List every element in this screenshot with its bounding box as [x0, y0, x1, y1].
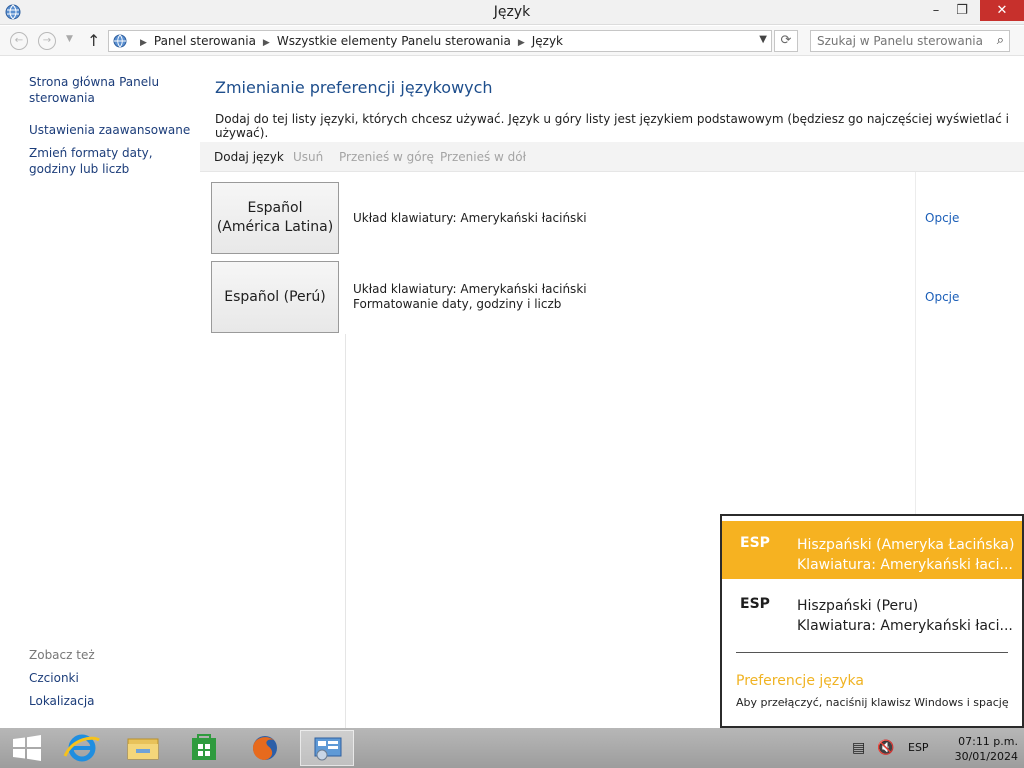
- move-up-button[interactable]: Przenieś w górę: [339, 150, 434, 164]
- breadcrumb-item[interactable]: Panel sterowania: [154, 34, 256, 48]
- control-panel-icon: [113, 34, 127, 48]
- language-details: Układ klawiatury: Amerykański łaciński: [353, 211, 587, 226]
- keyboard-layout-text: Układ klawiatury: Amerykański łaciński: [353, 211, 587, 225]
- clock-date: 30/01/2024: [954, 750, 1018, 763]
- language-name: Hiszpański (Ameryka Łacińska): [797, 537, 1015, 553]
- window-title: Język: [493, 4, 531, 20]
- language-code: ESP: [740, 596, 770, 612]
- language-details: Układ klawiatury: Amerykański łaciński F…: [353, 282, 587, 312]
- divider: [915, 172, 916, 516]
- language-name: Español (Perú): [224, 288, 326, 305]
- language-toolbar: Dodaj język Usuń Przenieś w górę Przenie…: [200, 142, 1024, 172]
- breadcrumb-item[interactable]: Język: [532, 34, 563, 48]
- sidebar-link-fonts[interactable]: Czcionki: [29, 670, 194, 686]
- move-down-button[interactable]: Przenieś w dół: [440, 150, 526, 164]
- taskbar: ▤ 🔇 ESP 07:11 p.m. 30/01/2024: [0, 728, 1024, 768]
- options-link[interactable]: Opcje: [925, 211, 959, 225]
- breadcrumb-separator-icon[interactable]: ▶: [518, 38, 525, 48]
- refresh-button[interactable]: ⟳: [774, 30, 798, 52]
- up-button[interactable]: ↑: [87, 31, 100, 50]
- breadcrumb-separator-icon: ▶: [140, 38, 147, 48]
- language-tile[interactable]: Español (América Latina): [211, 182, 339, 254]
- keyboard-name: Klawiatura: Amerykański łaci...: [797, 557, 1013, 573]
- search-input[interactable]: [817, 33, 987, 49]
- switch-hint: Aby przełączyć, naciśnij klawisz Windows…: [736, 696, 1009, 709]
- address-bar[interactable]: ▶ Panel sterowania ▶ Wszystkie elementy Pan…: [108, 30, 772, 52]
- options-link[interactable]: Opcje: [925, 290, 959, 304]
- flyout-language-item[interactable]: ESP Hiszpański (Ameryka Łacińska) Klawia…: [722, 521, 1022, 579]
- clock[interactable]: 07:11 p.m. 30/01/2024: [938, 734, 1018, 764]
- keyboard-name: Klawiatura: Amerykański łaci...: [797, 618, 1013, 634]
- close-button[interactable]: ✕: [980, 0, 1024, 21]
- language-preferences-link[interactable]: Preferencje języka: [736, 673, 864, 689]
- keyboard-layout-text: Układ klawiatury: Amerykański łaciński: [353, 282, 587, 296]
- page-description: Dodaj do tej listy języki, których chces…: [215, 112, 1009, 140]
- input-language-indicator[interactable]: ESP: [908, 741, 929, 754]
- store-icon: [192, 734, 216, 760]
- network-icon[interactable]: ▤: [852, 740, 865, 756]
- divider: [345, 334, 346, 728]
- search-box[interactable]: ⌕: [810, 30, 1010, 52]
- language-tile[interactable]: Español (Perú): [211, 261, 339, 333]
- control-panel-icon: [314, 737, 342, 761]
- firefox-icon: [253, 736, 277, 760]
- add-language-button[interactable]: Dodaj język: [214, 150, 284, 164]
- internet-explorer-icon: [63, 734, 100, 762]
- breadcrumb-item[interactable]: Wszystkie elementy Panelu sterowania: [277, 34, 511, 48]
- divider: [736, 652, 1008, 653]
- windows-logo-icon: [13, 735, 41, 761]
- page-title: Zmienianie preferencji językowych: [215, 78, 493, 97]
- folder-icon: [127, 738, 159, 760]
- remove-button[interactable]: Usuń: [293, 150, 323, 164]
- start-button[interactable]: [0, 730, 54, 766]
- internet-explorer-button[interactable]: [55, 730, 109, 766]
- language-code: ESP: [740, 535, 770, 551]
- speaker-muted-icon[interactable]: 🔇: [877, 740, 894, 756]
- language-name: Hiszpański (Peru): [797, 598, 919, 614]
- maximize-button[interactable]: ❐: [948, 0, 976, 21]
- back-button[interactable]: ←: [10, 32, 28, 50]
- chevron-down-icon[interactable]: ▼: [759, 34, 767, 45]
- clock-time: 07:11 p.m.: [958, 735, 1018, 748]
- language-name: Español (América Latina): [216, 200, 334, 235]
- language-entry: Hiszpański (Peru) Klawiatura: Amerykańsk…: [797, 596, 1013, 636]
- minimize-button[interactable]: –: [922, 0, 950, 21]
- breadcrumb: ▶ Panel sterowania ▶ Wszystkie elementy Pan…: [133, 34, 563, 48]
- flyout-language-item[interactable]: ESP Hiszpański (Peru) Klawiatura: Ameryk…: [722, 582, 1022, 640]
- title-bar: Język – ❐ ✕: [0, 0, 1024, 25]
- store-button[interactable]: [177, 730, 231, 766]
- language-flyout: ESP Hiszpański (Ameryka Łacińska) Klawia…: [720, 514, 1024, 728]
- sidebar-link-control-panel-home[interactable]: Strona główna Panelu sterowania: [29, 74, 194, 106]
- sidebar-link-location[interactable]: Lokalizacja: [29, 693, 194, 709]
- control-panel-button[interactable]: [300, 730, 354, 766]
- breadcrumb-separator-icon[interactable]: ▶: [263, 38, 270, 48]
- sidebar-link-advanced-settings[interactable]: Ustawienia zaawansowane: [29, 122, 194, 138]
- see-also-heading: Zobacz też: [29, 648, 95, 662]
- file-explorer-button[interactable]: [116, 730, 170, 766]
- format-text: Formatowanie daty, godziny i liczb: [353, 297, 562, 311]
- language-entry: Hiszpański (Ameryka Łacińska) Klawiatura…: [797, 535, 1014, 575]
- navigation-bar: ← → ▼ ↑ ▶ Panel sterowania ▶ Wszystkie elem…: [0, 26, 1024, 56]
- recent-locations-dropdown[interactable]: ▼: [66, 34, 73, 44]
- forward-button[interactable]: →: [38, 32, 56, 50]
- firefox-button[interactable]: [238, 730, 292, 766]
- search-icon[interactable]: ⌕: [997, 33, 1004, 48]
- sidebar-link-change-formats[interactable]: Zmień formaty daty, godziny lub liczb: [29, 145, 194, 177]
